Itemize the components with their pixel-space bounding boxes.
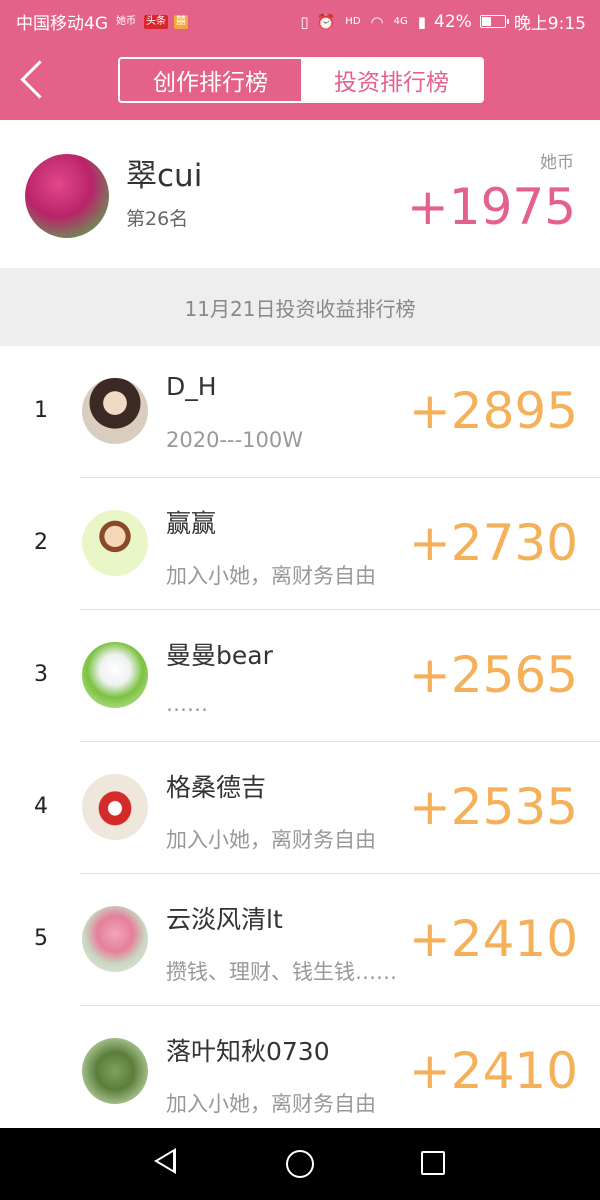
user-name: 赢赢 — [166, 509, 217, 538]
user-signature: 加入小她，离财务自由 — [166, 1092, 376, 1116]
user-score: +2730 — [408, 514, 578, 572]
daily-ranking-title: 11月21日投资收益排行榜 — [184, 296, 416, 321]
list-item[interactable]: 5 云淡风清lt 攒钱、理财、钱生钱…… +2410 — [0, 874, 600, 1006]
currency-unit-label: 她币 — [540, 153, 574, 173]
rank-number: 1 — [34, 398, 48, 423]
wifi-icon: ◠ — [370, 12, 384, 31]
notification-badge-a: 她币 — [116, 15, 136, 27]
hd-icon: HD — [345, 15, 361, 27]
list-item[interactable]: 1 D_H 2020---100W +2895 — [0, 346, 600, 478]
list-item[interactable]: 4 格桑德吉 加入小她，离财务自由 +2535 — [0, 742, 600, 874]
status-left: 中国移动4G 她币 头条 囍 — [16, 9, 188, 34]
rank-number: 2 — [34, 530, 48, 555]
user-name: 云淡风清lt — [166, 905, 283, 934]
rank-number: 3 — [34, 662, 48, 687]
my-ranking-card[interactable]: 翠cui 第26名 她币 +1975 — [0, 120, 600, 268]
avatar — [82, 774, 148, 840]
user-score: +2895 — [408, 382, 578, 440]
user-score: +2410 — [408, 910, 578, 968]
system-navigation-bar — [0, 1128, 600, 1200]
tab-investment-ranking[interactable]: 投资排行榜 — [301, 59, 482, 101]
nav-home-icon[interactable] — [286, 1150, 314, 1178]
avatar — [82, 378, 148, 444]
status-bar: 中国移动4G 她币 头条 囍 ▯ ⏰ HD ◠ 4G ▮ 42% 晚上9:15 — [0, 0, 600, 40]
user-signature: 加入小她，离财务自由 — [166, 564, 376, 588]
my-score: +1975 — [406, 178, 576, 236]
rank-number: 5 — [34, 926, 48, 951]
list-item[interactable]: 3 曼曼bear …… +2565 — [0, 610, 600, 742]
carrier-text: 中国移动4G — [16, 14, 108, 34]
back-arrow-icon[interactable] — [16, 58, 46, 102]
notification-badge-c: 囍 — [174, 14, 188, 29]
user-signature: 2020---100W — [166, 428, 304, 452]
user-signature: …… — [166, 692, 208, 716]
clock-time: 晚上9:15 — [513, 14, 586, 34]
rank-number: 4 — [34, 794, 48, 819]
vibrate-icon: ▯ — [300, 12, 309, 31]
my-rank: 第26名 — [126, 208, 189, 230]
user-signature: 攒钱、理财、钱生钱…… — [166, 960, 397, 984]
notification-badge-b: 头条 — [144, 14, 168, 29]
app-header: 创作排行榜 投资排行榜 — [0, 40, 600, 120]
nav-back-icon[interactable] — [154, 1148, 176, 1174]
battery-icon — [479, 15, 509, 28]
user-name: D_H — [166, 372, 217, 401]
user-signature: 加入小她，离财务自由 — [166, 828, 376, 852]
ranking-segmented-control: 创作排行榜 投资排行榜 — [118, 57, 484, 103]
network-type-icon: 4G — [393, 15, 408, 27]
status-right: ▯ ⏰ HD ◠ 4G ▮ 42% 晚上9:15 — [300, 9, 586, 35]
signal-icon: ▮ — [417, 12, 427, 31]
user-score: +2410 — [408, 1042, 578, 1100]
list-item[interactable]: 2 赢赢 加入小她，离财务自由 +2730 — [0, 478, 600, 610]
avatar — [82, 642, 148, 708]
alarm-icon: ⏰ — [316, 12, 336, 31]
user-name: 格桑德吉 — [166, 773, 267, 802]
user-name: 曼曼bear — [166, 641, 273, 670]
battery-percent: 42% — [434, 11, 472, 32]
avatar — [82, 906, 148, 972]
nav-recents-icon[interactable] — [421, 1151, 445, 1175]
avatar — [82, 510, 148, 576]
battery-level — [481, 17, 491, 26]
user-score: +2535 — [408, 778, 578, 836]
avatar — [82, 1038, 148, 1104]
avatar — [25, 154, 109, 238]
daily-ranking-header: 11月21日投资收益排行榜 — [0, 268, 600, 346]
tab-creation-ranking[interactable]: 创作排行榜 — [120, 59, 301, 101]
list-item[interactable]: 落叶知秋0730 加入小她，离财务自由 +2410 — [0, 1006, 600, 1138]
user-score: +2565 — [408, 646, 578, 704]
my-username: 翠cui — [126, 158, 203, 194]
user-name: 落叶知秋0730 — [166, 1037, 330, 1066]
